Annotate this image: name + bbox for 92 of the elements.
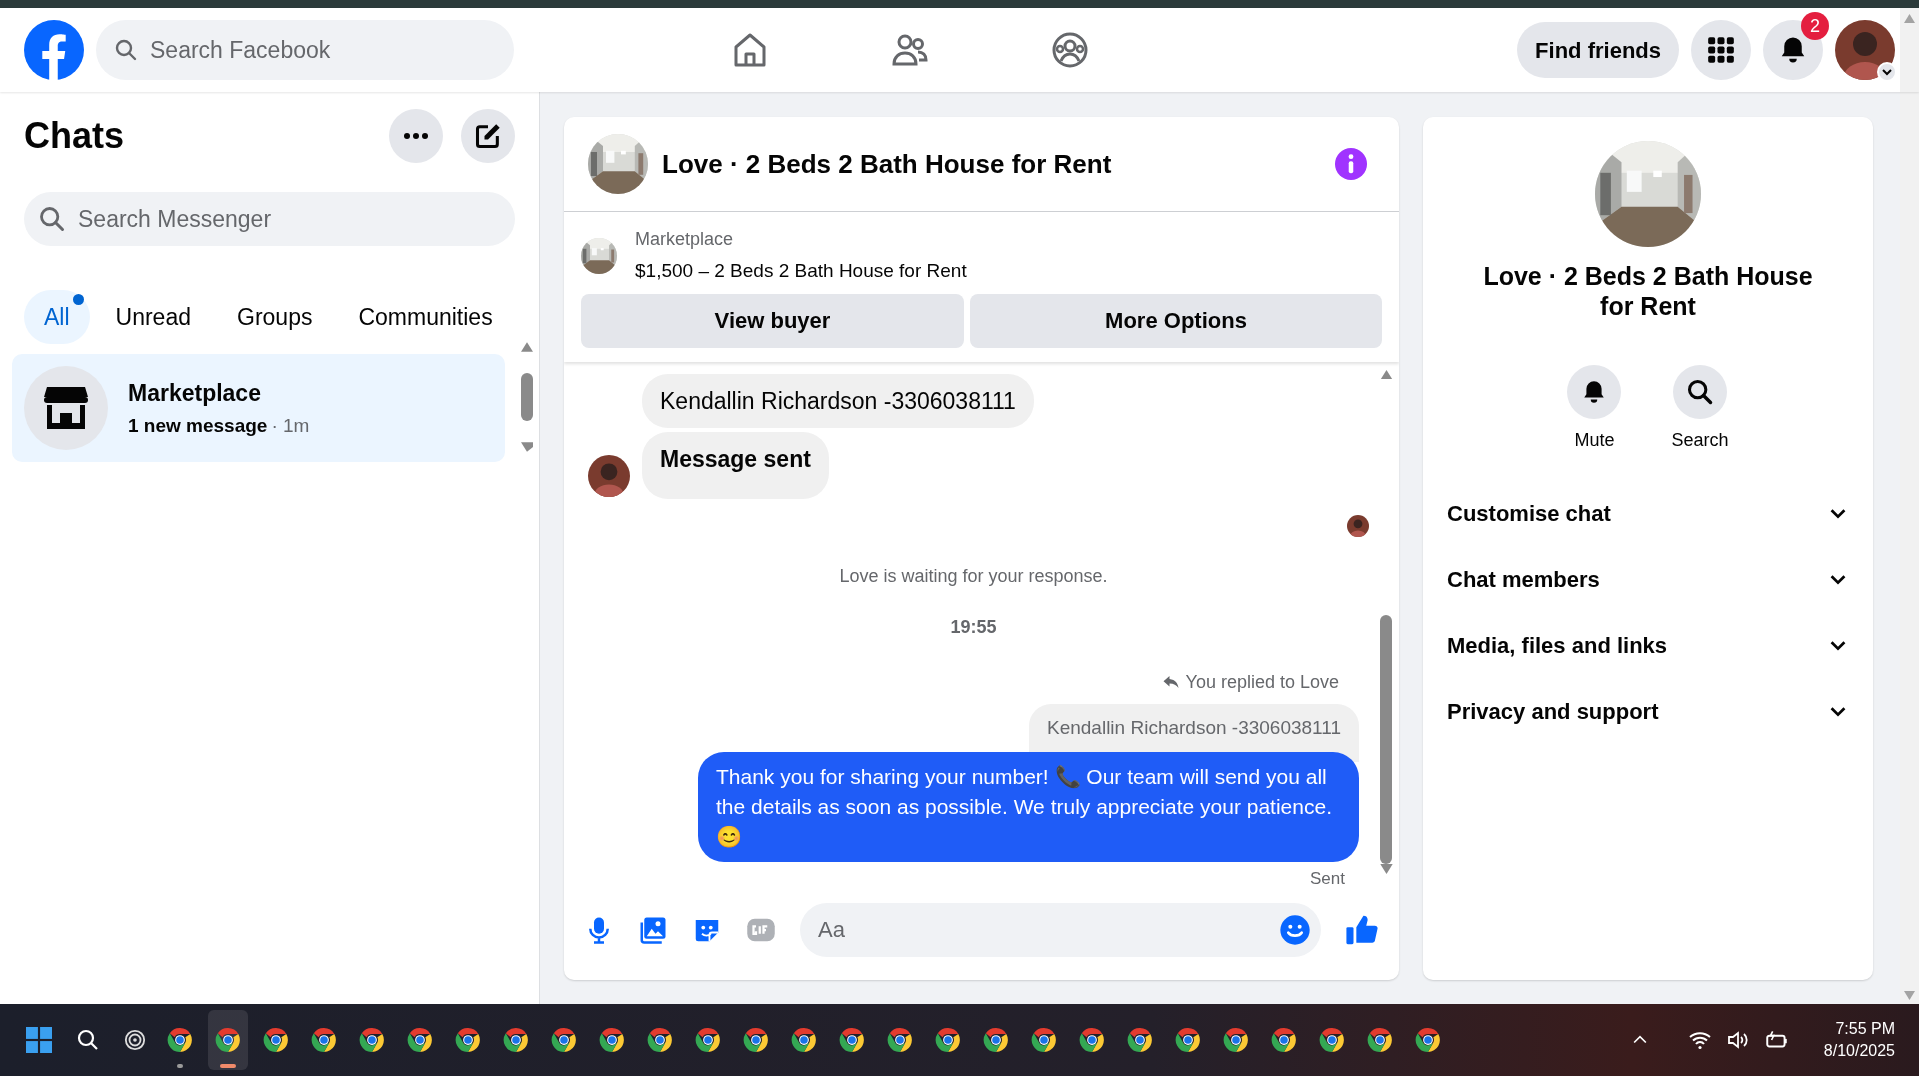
browser-icon (839, 1027, 865, 1053)
browser-icon (1415, 1027, 1441, 1053)
browser-icon (695, 1027, 721, 1053)
details-title: Love · 2 Beds 2 Bath House for Rent (1482, 261, 1814, 321)
mute-button[interactable] (1567, 365, 1622, 419)
caret-icon[interactable] (1877, 62, 1897, 82)
scroll-down-icon[interactable] (521, 442, 533, 452)
filter-tab[interactable]: Communities (338, 290, 513, 344)
browser-icon (1031, 1027, 1057, 1053)
browser-icon (599, 1027, 625, 1053)
section-header[interactable]: Chat members (1447, 546, 1849, 612)
browser-icon (887, 1027, 913, 1053)
browser-icon (167, 1027, 193, 1053)
volume-icon[interactable] (1725, 1028, 1750, 1052)
emoji-icon[interactable] (1279, 914, 1311, 946)
browser-icon (263, 1027, 289, 1053)
messenger-search-field[interactable]: Search Messenger (24, 192, 515, 246)
filter-tab[interactable]: All (24, 290, 90, 344)
browser-icon (1127, 1027, 1153, 1053)
filter-tab[interactable]: Unread (95, 290, 211, 344)
sent-message-bubble: Thank you for sharing your number! 📞 Our team will send you all the details as soon as possible. We truly appreciate your patience. 😊 (698, 752, 1359, 862)
more-options-button[interactable]: More Options (970, 293, 1382, 348)
browser-icon (503, 1027, 529, 1053)
message-input[interactable]: Aa (800, 903, 1321, 957)
more-icon (404, 132, 428, 140)
browser-icon (311, 1027, 337, 1053)
search-icon (1686, 378, 1714, 406)
browser-icon (1271, 1027, 1297, 1053)
browser-icon (935, 1027, 961, 1053)
browser-icon (791, 1027, 817, 1053)
grid-icon (1707, 36, 1735, 64)
chat-list-item[interactable]: Marketplace 1 new message · 1m (12, 354, 505, 462)
groups-icon[interactable] (1050, 30, 1090, 70)
clock[interactable]: 7:55 PM 8/10/2025 (1823, 1018, 1895, 1062)
browser-icon (359, 1027, 385, 1053)
info-icon[interactable] (1335, 148, 1367, 180)
notification-badge: 2 (1801, 12, 1829, 40)
browser-icon (455, 1027, 481, 1053)
listing-source: Marketplace (635, 228, 735, 251)
search-icon[interactable] (76, 1028, 100, 1052)
search-field[interactable]: Search Facebook (96, 20, 514, 80)
swirl-icon[interactable] (124, 1029, 146, 1051)
browser-icon (1079, 1027, 1105, 1053)
chats-title: Chats (24, 114, 125, 158)
chat-time: · 1m (271, 414, 310, 438)
more-button[interactable] (389, 109, 443, 163)
running-indicator (220, 1064, 236, 1068)
chat-preview: 1 new message (128, 414, 268, 438)
timestamp: 19:55 (950, 615, 997, 639)
action-label: Mute (1574, 429, 1615, 452)
browser-icon (743, 1027, 769, 1053)
image-icon[interactable] (638, 915, 668, 945)
scroll-thumb[interactable] (521, 373, 533, 421)
reply-label: You replied to Love (1185, 670, 1339, 694)
browser-icon (1175, 1027, 1201, 1053)
chat-name: Marketplace (128, 378, 262, 408)
browser-icon (215, 1027, 241, 1053)
like-icon[interactable] (1345, 913, 1379, 947)
scroll-up-icon[interactable] (1379, 369, 1393, 380)
start-icon[interactable] (26, 1027, 52, 1053)
listing-title: $1,500 – 2 Beds 2 Bath House for Rent (635, 259, 967, 283)
search-icon (114, 38, 138, 62)
message-bubble: Kendallin Richardson -3306038111 (642, 373, 1034, 428)
message-status: Sent (1310, 868, 1345, 890)
search-icon (38, 205, 66, 233)
filter-tab[interactable]: Groups (217, 290, 333, 344)
message-bubble: Message sent (642, 432, 829, 499)
view-buyer-button[interactable]: View buyer (581, 293, 964, 348)
section-header[interactable]: Privacy and support (1447, 678, 1849, 744)
menu-button[interactable] (1691, 20, 1751, 80)
search-button[interactable] (1673, 365, 1727, 419)
read-receipt-avatar (1347, 514, 1369, 537)
action-label: Search (1671, 429, 1729, 452)
browser-icon (1367, 1027, 1393, 1053)
browser-icon (1223, 1027, 1249, 1053)
section-header[interactable]: Customise chat (1447, 480, 1849, 546)
browser-icon (983, 1027, 1009, 1053)
waiting-notice: Love is waiting for your response. (839, 564, 1108, 588)
browser-icon (551, 1027, 577, 1053)
find-friends-button[interactable]: Find friends (1517, 22, 1679, 78)
facebook-logo[interactable] (24, 20, 84, 80)
running-indicator (177, 1064, 183, 1068)
scroll-up-icon[interactable] (521, 342, 533, 352)
taskbar-app[interactable] (208, 1010, 248, 1070)
compose-icon (474, 122, 502, 150)
conversation-title: Love · 2 Beds 2 Bath House for Rent (662, 147, 1112, 181)
section-header[interactable]: Media, files and links (1447, 612, 1849, 678)
browser-icon (407, 1027, 433, 1053)
new-message-button[interactable] (461, 109, 515, 163)
profile-avatar (1835, 20, 1895, 80)
browser-icon (1319, 1027, 1345, 1053)
browser-icon (647, 1027, 673, 1053)
